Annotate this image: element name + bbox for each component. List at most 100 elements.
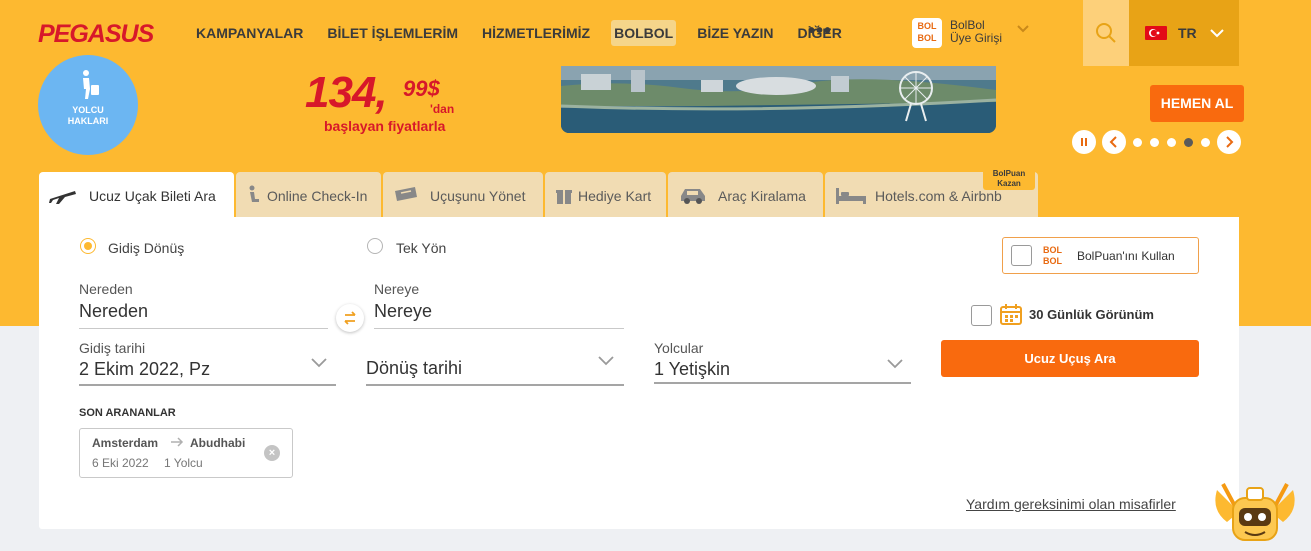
origin-underline	[79, 328, 328, 329]
chevron-down-icon	[1017, 25, 1029, 33]
chevron-left-icon	[1109, 136, 1117, 148]
bolpuan-earn-line1: BolPuan	[992, 169, 1026, 178]
bolpuan-earn-line2: Kazan	[997, 179, 1021, 188]
search-icon	[1096, 23, 1116, 43]
bolbol-mini-logo-top: BOL	[1043, 245, 1062, 255]
carousel-prev-button[interactable]	[1102, 130, 1126, 154]
passenger-rights-label: YOLCU HAKLARI	[38, 105, 138, 127]
recent-search-item[interactable]: Amsterdam Abudhabi 6 Eki 2022 1 Yolcu ×	[79, 428, 293, 478]
tab-manage-booking[interactable]: Uçuşunu Yönet	[383, 172, 543, 217]
car-icon	[681, 189, 705, 204]
bed-icon	[836, 188, 866, 204]
promo-price: 134, 99$ 'dan	[305, 68, 454, 118]
calendar-icon	[1000, 304, 1022, 325]
tab-online-checkin-label: Online Check-In	[267, 188, 368, 204]
return-date-input[interactable]: Dönüş tarihi	[366, 358, 462, 379]
depart-date-input[interactable]: 2 Ekim 2022, Pz	[79, 359, 210, 380]
carousel-dot[interactable]	[1150, 138, 1159, 147]
bolbol-logo-top: BOL	[917, 21, 937, 31]
tab-flight-search[interactable]: Ucuz Uçak Bileti Ara	[39, 172, 234, 217]
recent-date: 6 Eki 2022	[92, 456, 149, 470]
one-way-radio[interactable]	[367, 238, 383, 254]
tab-car-rental[interactable]: Araç Kiralama	[668, 172, 823, 217]
calendar-view-label: 30 Günlük Görünüm	[1029, 307, 1154, 322]
more-menu-icon[interactable]: •••	[808, 21, 832, 41]
destination-underline	[374, 328, 624, 329]
origin-label: Nereden	[79, 281, 133, 297]
tab-gift-card[interactable]: Hediye Kart	[545, 172, 666, 217]
carousel-dot[interactable]	[1167, 138, 1176, 147]
chevron-down-icon[interactable]	[598, 355, 614, 367]
passengers-input[interactable]: 1 Yetişkin	[654, 359, 730, 380]
passenger-rights-line1: YOLCU	[72, 105, 104, 115]
carousel-dot[interactable]	[1201, 138, 1210, 147]
passenger-rights-badge[interactable]: YOLCU HAKLARI	[38, 55, 138, 155]
search-flights-button[interactable]: Ucuz Uçuş Ara	[941, 340, 1199, 377]
promo-price-main: 134,	[305, 68, 388, 117]
bolbol-login-button[interactable]: BOL BOL BolBol Üye Girişi	[912, 18, 1042, 50]
pegasus-logo[interactable]: PEGASUS	[38, 20, 154, 49]
one-way-label: Tek Yön	[396, 240, 447, 256]
passenger-luggage-icon	[83, 70, 99, 99]
passenger-rights-line2: HAKLARI	[67, 116, 109, 126]
language-selector[interactable]: TR	[1129, 0, 1239, 66]
promo-city-photo	[561, 66, 996, 133]
buy-now-button[interactable]: HEMEN AL	[1150, 85, 1244, 122]
tab-online-checkin[interactable]: Online Check-In	[236, 172, 381, 217]
nav-campaigns[interactable]: KAMPANYALAR	[193, 20, 306, 46]
nav-services[interactable]: HİZMETLERİMİZ	[479, 20, 593, 46]
nav-bolbol[interactable]: BOLBOL	[611, 20, 677, 46]
tab-manage-booking-label: Uçuşunu Yönet	[430, 188, 526, 204]
ticket-icon	[395, 187, 417, 201]
round-trip-radio[interactable]	[80, 238, 96, 254]
passengers-underline	[654, 382, 911, 384]
gift-icon	[556, 190, 572, 204]
turkey-flag-icon	[1145, 26, 1167, 40]
chevron-down-icon[interactable]	[311, 357, 327, 369]
bolbol-logo-icon: BOL BOL	[1043, 245, 1062, 267]
promo-subtitle: başlayan fiyatlarla	[324, 118, 446, 134]
special-assistance-link[interactable]: Yardım gereksinimi olan misafirler	[966, 496, 1176, 512]
destination-label: Nereye	[374, 281, 420, 297]
carousel-dot[interactable]	[1133, 138, 1142, 147]
remove-recent-icon[interactable]: ×	[264, 445, 280, 461]
chat-assistant-mascot-icon[interactable]	[1207, 470, 1303, 551]
swap-icon	[344, 311, 356, 325]
tab-car-rental-label: Araç Kiralama	[718, 188, 806, 204]
carousel-next-button[interactable]	[1217, 130, 1241, 154]
nav-my-tickets[interactable]: BİLET İŞLEMLERİM	[324, 20, 461, 46]
chevron-down-icon	[1210, 29, 1224, 38]
bolbol-login-label: BolBol Üye Girişi	[950, 19, 1002, 45]
flight-search-panel: Gidiş Dönüş Tek Yön Nereden Nereden Nere…	[39, 217, 1239, 529]
calendar-view-checkbox[interactable]	[971, 305, 992, 326]
use-bolpuan-option[interactable]: BOL BOL BolPuan'ını Kullan	[1002, 237, 1199, 274]
bolpuan-earn-badge: BolPuan Kazan	[983, 167, 1035, 190]
pause-button[interactable]	[1072, 130, 1096, 154]
bolbol-logo-bottom: BOL	[917, 33, 937, 43]
carousel-dot-active[interactable]	[1184, 138, 1193, 147]
passengers-label: Yolcular	[654, 340, 704, 356]
chevron-down-icon[interactable]	[887, 358, 903, 370]
depart-date-label: Gidiş tarihi	[79, 340, 146, 356]
search-button[interactable]	[1083, 0, 1129, 66]
tab-gift-card-label: Hediye Kart	[578, 188, 652, 204]
check-in-icon	[249, 185, 259, 202]
use-bolpuan-checkbox[interactable]	[1011, 245, 1032, 266]
use-bolpuan-label: BolPuan'ını Kullan	[1077, 249, 1175, 263]
bolbol-login-line2: Üye Girişi	[950, 31, 1003, 45]
recent-destination: Abudhabi	[190, 436, 246, 450]
depart-date-underline	[79, 384, 336, 386]
round-trip-label: Gidiş Dönüş	[108, 240, 185, 256]
nav-contact[interactable]: BİZE YAZIN	[694, 20, 776, 46]
chevron-right-icon	[1226, 136, 1234, 148]
origin-input[interactable]: Nereden	[79, 301, 148, 322]
tab-flight-search-label: Ucuz Uçak Bileti Ara	[89, 188, 216, 204]
destination-input[interactable]: Nereye	[374, 301, 432, 322]
top-navigation-bar: PEGASUS KAMPANYALAR BİLET İŞLEMLERİM HİZ…	[0, 0, 1311, 66]
recent-passengers: 1 Yolcu	[164, 456, 203, 470]
plane-icon	[49, 191, 76, 204]
swap-airports-button[interactable]	[336, 304, 364, 332]
bolbol-mini-logo-bottom: BOL	[1043, 256, 1062, 266]
arrow-right-icon	[171, 437, 184, 447]
recent-origin: Amsterdam	[92, 436, 159, 450]
